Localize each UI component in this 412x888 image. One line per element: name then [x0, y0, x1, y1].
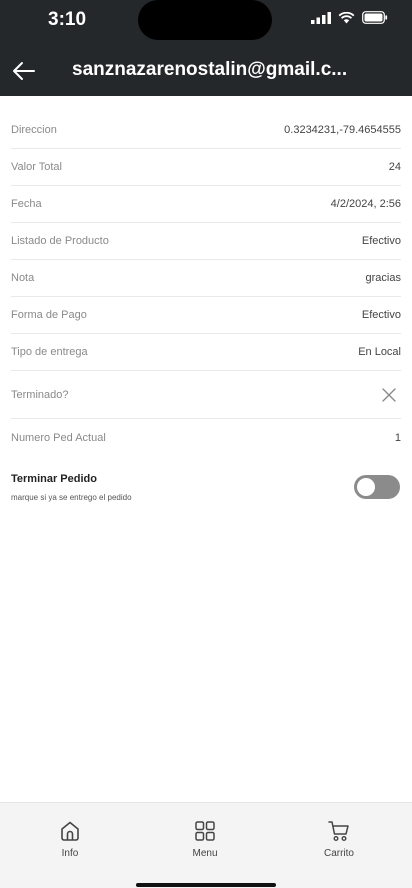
- detail-value: 24: [388, 161, 401, 173]
- detail-row-terminado: Terminado?: [11, 371, 401, 419]
- back-arrow-icon[interactable]: [10, 58, 38, 84]
- nav-label-info: Info: [61, 848, 79, 859]
- detail-value: 0.3234231,-79.4654555: [284, 124, 401, 136]
- nav-label-carrito: Carrito: [323, 848, 354, 859]
- nav-item-info[interactable]: Info: [30, 819, 110, 859]
- detail-label: Terminado?: [11, 388, 69, 401]
- close-icon: [382, 387, 396, 402]
- detail-row-nota: Nota gracias: [11, 260, 401, 297]
- terminar-pedido-toggle[interactable]: [354, 475, 400, 499]
- app-header: sanznazarenostalin@gmail.c...: [0, 46, 412, 96]
- detail-label: Numero Ped Actual: [11, 431, 106, 444]
- nav-item-carrito[interactable]: Carrito: [299, 819, 379, 859]
- detail-label: Fecha: [11, 198, 42, 210]
- status-icons: [311, 11, 388, 24]
- detail-label: Forma de Pago: [11, 309, 87, 321]
- bottom-nav: Info Menu Carrito: [0, 802, 412, 888]
- home-indicator: [136, 883, 276, 887]
- terminar-pedido-row: Terminar Pedido marque si ya se entrego …: [11, 473, 401, 509]
- nav-label-menu: Menu: [192, 848, 218, 859]
- detail-label: Listado de Producto: [11, 235, 109, 247]
- terminar-pedido-subtitle: marque si ya se entrego el pedido: [11, 493, 132, 502]
- page-title: sanznazarenostalin@gmail.c...: [72, 59, 348, 80]
- toggle-knob: [357, 478, 375, 496]
- detail-row-tipo-entrega: Tipo de entrega En Local: [11, 334, 401, 371]
- detail-value: 1: [394, 431, 401, 444]
- signal-icon: [311, 11, 331, 24]
- detail-value: gracias: [365, 272, 401, 284]
- status-bar: 3:10: [0, 0, 412, 46]
- nav-item-menu[interactable]: Menu: [165, 819, 245, 859]
- detail-row-listado-producto: Listado de Producto Efectivo: [11, 223, 401, 260]
- terminar-pedido-title: Terminar Pedido: [11, 473, 97, 485]
- detail-label: Direccion: [11, 124, 57, 136]
- camera-notch: [138, 0, 272, 40]
- detail-value: Efectivo: [361, 309, 401, 321]
- detail-row-direccion: Direccion 0.3234231,-79.4654555: [11, 112, 401, 149]
- detail-row-forma-pago: Forma de Pago Efectivo: [11, 297, 401, 334]
- wifi-icon: [338, 11, 355, 23]
- order-details: Direccion 0.3234231,-79.4654555 Valor To…: [0, 112, 412, 456]
- detail-row-fecha: Fecha 4/2/2024, 2:56: [11, 186, 401, 223]
- detail-value: 4/2/2024, 2:56: [330, 198, 401, 210]
- detail-value: En Local: [358, 346, 401, 358]
- detail-label: Tipo de entrega: [11, 346, 88, 358]
- detail-label: Valor Total: [11, 161, 62, 173]
- detail-label: Nota: [11, 272, 35, 284]
- battery-icon: [362, 11, 388, 24]
- detail-value: Efectivo: [361, 235, 401, 247]
- cart-icon: [328, 821, 349, 842]
- grid-icon: [195, 821, 215, 841]
- detail-row-numero-ped: Numero Ped Actual 1: [11, 419, 401, 456]
- status-time: 3:10: [48, 9, 87, 30]
- detail-row-valor-total: Valor Total 24: [11, 149, 401, 186]
- home-icon: [61, 821, 79, 841]
